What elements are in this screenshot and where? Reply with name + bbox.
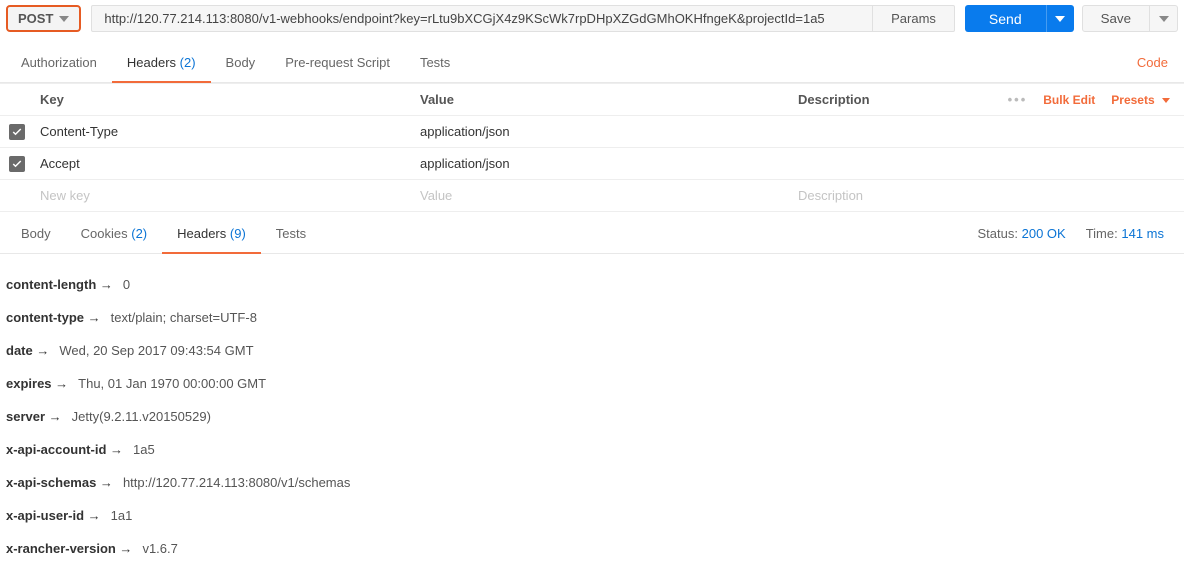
resp-header-key: content-length → — [6, 277, 113, 292]
resp-header-value: v1.6.7 — [142, 541, 177, 556]
chevron-down-icon — [1159, 16, 1169, 22]
resp-header-key: x-api-account-id → — [6, 442, 123, 457]
resp-header-key: expires → — [6, 376, 68, 391]
url-text: http://120.77.214.113:8080/v1-webhooks/e… — [104, 11, 824, 26]
tab-authorization[interactable]: Authorization — [6, 43, 112, 82]
resp-header-key: content-type → — [6, 310, 101, 325]
checkbox[interactable] — [9, 124, 25, 140]
table-row: Acceptapplication/json — [0, 148, 1184, 180]
header-value-cell[interactable]: application/json — [414, 124, 792, 139]
resp-header-value: 1a1 — [111, 508, 133, 523]
new-header-row[interactable]: New key Value Description — [0, 180, 1184, 212]
bulk-edit-link[interactable]: Bulk Edit — [1043, 93, 1095, 107]
params-button[interactable]: Params — [873, 5, 955, 32]
header-value-cell[interactable]: application/json — [414, 156, 792, 171]
save-group: Save — [1082, 5, 1178, 32]
response-header-row: x-api-account-id → 1a5 — [6, 433, 1178, 466]
status-value: 200 OK — [1022, 226, 1066, 241]
send-button[interactable]: Send — [965, 5, 1046, 32]
http-method-label: POST — [18, 11, 53, 26]
more-icon[interactable]: ••• — [1008, 92, 1028, 107]
new-value-input[interactable]: Value — [414, 188, 792, 203]
response-headers-list: content-length → 0 content-type → text/plai… — [0, 254, 1184, 571]
time-value: 141 ms — [1121, 226, 1164, 241]
resp-tab-headers[interactable]: Headers (9) — [162, 214, 261, 253]
request-headers-table: Key Value Description ••• Bulk Edit Pres… — [0, 83, 1184, 212]
resp-header-value: Jetty(9.2.11.v20150529) — [72, 409, 211, 424]
chevron-down-icon — [1162, 98, 1170, 103]
response-tabs: Body Cookies (2) Headers (9) Tests Statu… — [0, 214, 1184, 254]
response-header-row: x-api-schemas → http://120.77.214.113:808… — [6, 466, 1178, 499]
resp-header-key: x-api-schemas → — [6, 475, 113, 490]
resp-header-value: text/plain; charset=UTF-8 — [111, 310, 257, 325]
chevron-down-icon — [1055, 16, 1065, 22]
response-header-row: x-rancher-version → v1.6.7 — [6, 532, 1178, 565]
send-group: Send — [965, 5, 1074, 32]
resp-header-key: date → — [6, 343, 49, 358]
url-input[interactable]: http://120.77.214.113:8080/v1-webhooks/e… — [91, 5, 873, 32]
resp-tab-body[interactable]: Body — [6, 214, 66, 253]
tab-prerequest[interactable]: Pre-request Script — [270, 43, 405, 82]
response-header-row: server → Jetty(9.2.11.v20150529) — [6, 400, 1178, 433]
tab-tests[interactable]: Tests — [405, 43, 465, 82]
send-dropdown[interactable] — [1046, 5, 1074, 32]
resp-tab-tests[interactable]: Tests — [261, 214, 321, 253]
chevron-down-icon — [59, 16, 69, 22]
table-row: Content-Typeapplication/json — [0, 116, 1184, 148]
resp-header-value: 1a5 — [133, 442, 155, 457]
resp-header-value: Thu, 01 Jan 1970 00:00:00 GMT — [78, 376, 266, 391]
presets-dropdown[interactable]: Presets — [1111, 93, 1170, 107]
col-key: Key — [34, 92, 414, 107]
resp-header-key: x-rancher-version → — [6, 541, 132, 556]
new-key-input[interactable]: New key — [34, 188, 414, 203]
response-header-row: x-api-user-id → 1a1 — [6, 499, 1178, 532]
response-header-row: content-length → 0 — [6, 268, 1178, 301]
response-header-row: content-type → text/plain; charset=UTF-8 — [6, 301, 1178, 334]
checkbox[interactable] — [9, 156, 25, 172]
resp-header-value: http://120.77.214.113:8080/v1/schemas — [123, 475, 350, 490]
resp-header-value: 0 — [123, 277, 130, 292]
headers-table-head: Key Value Description ••• Bulk Edit Pres… — [0, 84, 1184, 116]
request-tabs: Authorization Headers (2) Body Pre-reque… — [0, 43, 1184, 83]
resp-tab-cookies[interactable]: Cookies (2) — [66, 214, 162, 253]
resp-header-key: x-api-user-id → — [6, 508, 101, 523]
code-link[interactable]: Code — [1127, 43, 1178, 82]
resp-header-key: server → — [6, 409, 62, 424]
col-desc: Description — [792, 92, 994, 107]
header-key-cell[interactable]: Content-Type — [34, 124, 414, 139]
save-dropdown[interactable] — [1150, 5, 1178, 32]
col-value: Value — [414, 92, 792, 107]
http-method-select[interactable]: POST — [6, 5, 81, 32]
tab-body[interactable]: Body — [211, 43, 271, 82]
resp-header-value: Wed, 20 Sep 2017 09:43:54 GMT — [59, 343, 253, 358]
header-key-cell[interactable]: Accept — [34, 156, 414, 171]
request-bar: POST http://120.77.214.113:8080/v1-webho… — [0, 0, 1184, 37]
save-button[interactable]: Save — [1082, 5, 1150, 32]
response-meta: Status: 200 OK Time: 141 ms — [978, 226, 1178, 241]
tab-headers[interactable]: Headers (2) — [112, 43, 211, 82]
new-desc-input[interactable]: Description — [792, 188, 994, 203]
response-header-row: date → Wed, 20 Sep 2017 09:43:54 GMT — [6, 334, 1178, 367]
response-header-row: expires → Thu, 01 Jan 1970 00:00:00 GMT — [6, 367, 1178, 400]
